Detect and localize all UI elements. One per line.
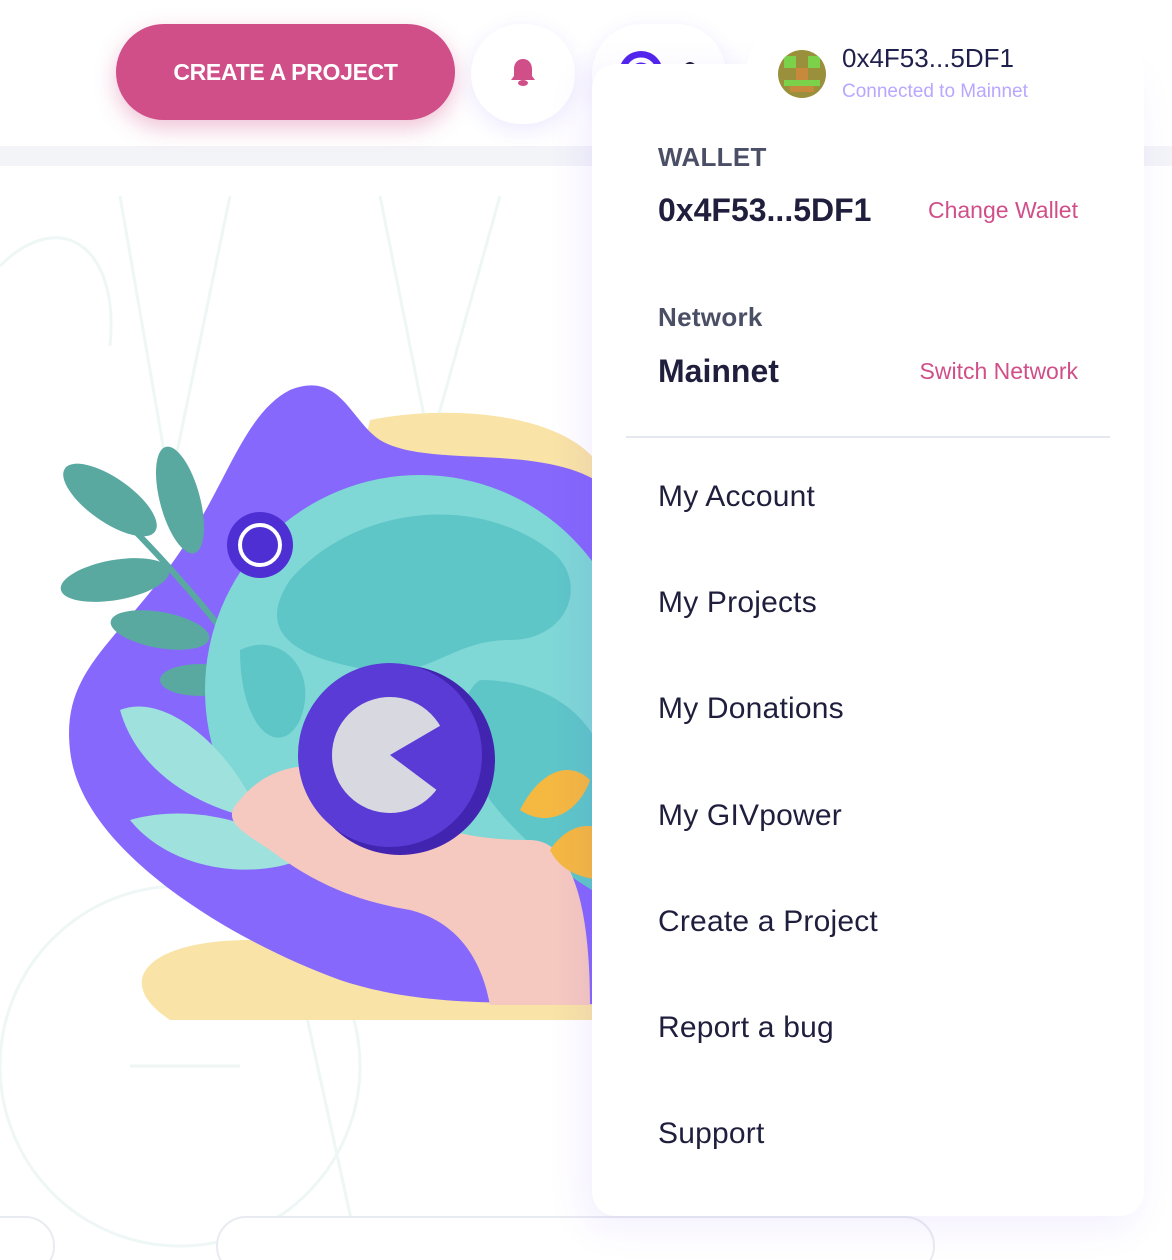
change-wallet-link[interactable]: Change Wallet: [928, 197, 1078, 224]
notifications-button[interactable]: [471, 24, 575, 124]
menu-item-my-donations[interactable]: My Donations: [658, 692, 844, 726]
wallet-button[interactable]: 0x4F53...5DF1 Connected to Mainnet: [746, 24, 1144, 124]
bell-icon: [508, 56, 538, 93]
switch-network-link[interactable]: Switch Network: [920, 358, 1078, 385]
menu-item-my-projects[interactable]: My Projects: [658, 586, 817, 620]
wallet-section-label: WALLET: [658, 142, 767, 172]
user-dropdown-menu: WALLET 0x4F53...5DF1 Change Wallet Netwo…: [592, 64, 1144, 1216]
menu-item-create-project[interactable]: Create a Project: [658, 905, 878, 939]
create-project-button[interactable]: CREATE A PROJECT: [116, 24, 455, 120]
menu-item-support[interactable]: Support: [658, 1117, 764, 1151]
network-value: Mainnet: [658, 353, 779, 389]
wallet-address: 0x4F53...5DF1: [842, 43, 1014, 73]
menu-item-report-bug[interactable]: Report a bug: [658, 1011, 834, 1045]
network-section-label: Network: [658, 302, 763, 332]
hero-illustration: [60, 385, 610, 1020]
wallet-connection-status: Connected to Mainnet: [842, 81, 1028, 102]
bottom-card-center: [216, 1216, 935, 1260]
avatar: [778, 50, 826, 98]
menu-divider: [626, 436, 1110, 438]
menu-item-my-account[interactable]: My Account: [658, 480, 815, 514]
menu-item-my-givpower[interactable]: My GIVpower: [658, 799, 842, 833]
wallet-address-value: 0x4F53...5DF1: [658, 192, 872, 228]
